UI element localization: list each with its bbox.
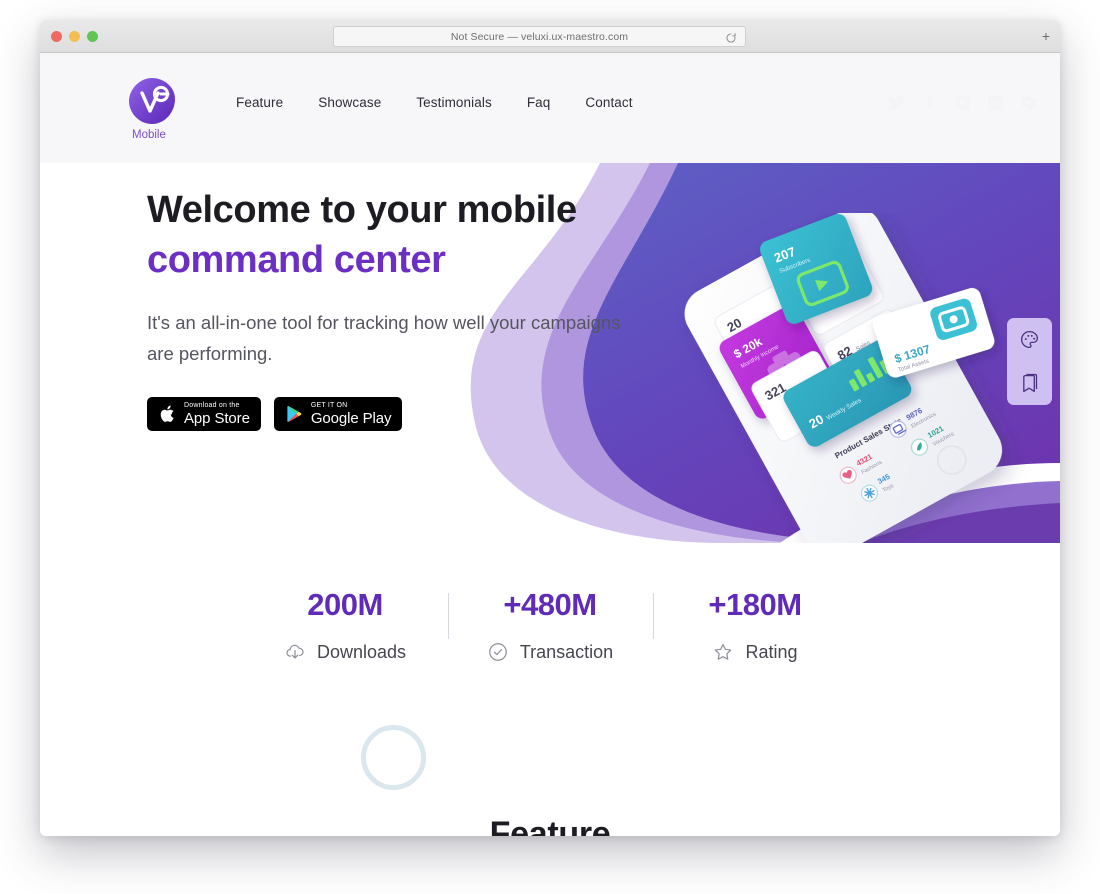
reload-icon[interactable] [725, 31, 737, 43]
google-play-small-label: GET IT ON [310, 402, 348, 410]
brand-logo[interactable]: Mobile [126, 75, 200, 141]
page-viewport: Mobile Feature Showcase Testimonials Faq… [40, 53, 1060, 836]
twitter-icon[interactable] [887, 93, 906, 112]
app-store-button[interactable]: Download on the App Store [147, 397, 261, 432]
nav-item-contact[interactable]: Contact [585, 95, 632, 110]
brand-label: Mobile [132, 129, 166, 141]
side-widget-panel[interactable] [1007, 318, 1052, 405]
linkedin-icon[interactable] [986, 93, 1005, 112]
google-play-big-label: Google Play [310, 410, 392, 428]
stat-transaction: +480M Transaction [447, 587, 653, 663]
hero-section: 20 Weekly Sales [40, 163, 1060, 543]
stat-value: 200M [307, 587, 383, 622]
app-store-small-label: Download on the [184, 402, 240, 410]
logo-icon [126, 75, 178, 127]
phone-mockup: 20 Weekly Sales [640, 207, 1040, 543]
social-links [887, 93, 1038, 112]
feature-heading: Feature [489, 815, 611, 836]
site-header: Mobile Feature Showcase Testimonials Faq… [40, 53, 1060, 163]
nav-item-showcase[interactable]: Showcase [318, 95, 381, 110]
dribbble-icon[interactable] [953, 93, 972, 112]
star-icon [712, 641, 734, 663]
hero-title-line2: command center [147, 239, 446, 282]
close-window-button[interactable] [51, 31, 62, 42]
main-nav: Feature Showcase Testimonials Faq Contac… [236, 95, 633, 110]
bookmark-icon[interactable] [1019, 373, 1040, 394]
stats-section: 200M Downloads +480M Transaction +180M R… [40, 587, 1060, 663]
stat-downloads: 200M Downloads [243, 587, 448, 663]
facebook-icon[interactable] [920, 93, 939, 112]
check-circle-icon [487, 641, 509, 663]
browser-window: Not Secure — veluxi.ux-maestro.com + Mob… [40, 20, 1060, 836]
nav-item-testimonials[interactable]: Testimonials [416, 95, 491, 110]
new-tab-button[interactable]: + [1038, 28, 1054, 44]
hero-title-line1: Welcome to your mobile [147, 189, 577, 231]
browser-titlebar: Not Secure — veluxi.ux-maestro.com + [40, 20, 1060, 53]
nav-item-faq[interactable]: Faq [527, 95, 551, 110]
address-bar[interactable]: Not Secure — veluxi.ux-maestro.com [333, 26, 746, 47]
stat-label: Transaction [519, 641, 614, 662]
window-traffic-lights[interactable] [51, 31, 98, 42]
hero-copy: Welcome to your mobile command center It… [147, 185, 627, 432]
nav-item-feature[interactable]: Feature [236, 95, 283, 110]
google-play-icon [285, 403, 304, 425]
gear-icon[interactable] [1019, 93, 1038, 112]
url-text: Not Secure — veluxi.ux-maestro.com [450, 30, 629, 43]
zoom-window-button[interactable] [87, 31, 98, 42]
stat-rating: +180M Rating [652, 587, 858, 663]
store-badges: Download on the App Store GET IT ON Goog… [147, 397, 627, 432]
google-play-button[interactable]: GET IT ON Google Play [273, 397, 403, 432]
loading-spinner [361, 725, 426, 790]
cloud-download-icon [284, 641, 306, 663]
stat-label: Rating [745, 641, 798, 662]
hero-subtitle: It's an all-in-one tool for tracking how… [147, 312, 621, 365]
stat-value: +180M [708, 587, 802, 622]
palette-icon[interactable] [1019, 329, 1040, 350]
page-title: Welcome to your mobile command center [147, 185, 627, 285]
minimize-window-button[interactable] [69, 31, 80, 42]
stat-label: Downloads [316, 641, 407, 662]
app-store-big-label: App Store [184, 410, 250, 428]
apple-icon [158, 403, 177, 425]
stat-value: +480M [503, 587, 597, 622]
